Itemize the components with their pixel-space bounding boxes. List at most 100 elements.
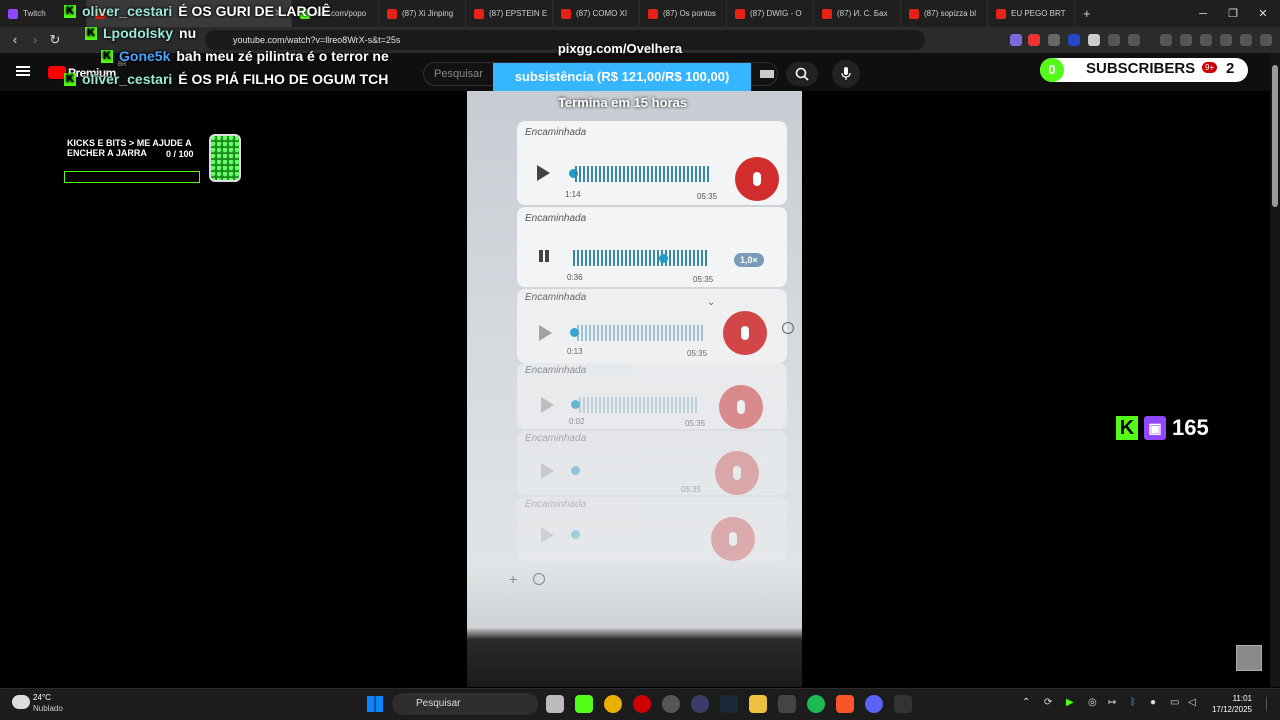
extension-icon[interactable] — [1068, 34, 1080, 46]
youtube-icon — [474, 8, 484, 19]
bluetooth-icon[interactable]: ᛒ — [1130, 697, 1136, 708]
spotify-icon[interactable] — [807, 695, 825, 713]
task-view-icon[interactable] — [546, 695, 564, 713]
epic-games-icon[interactable] — [894, 695, 912, 713]
voice-search-button[interactable] — [832, 60, 860, 88]
weather-temperature[interactable]: 24°C — [33, 693, 51, 702]
browser-tab[interactable]: (87) И. С. Бах — [814, 0, 901, 27]
video-player[interactable]: Encaminhada 1:14 05:35 Encaminhada 0:36 … — [467, 91, 802, 687]
browser-tab[interactable]: (87) Xi Jinping — [379, 0, 466, 27]
brave-icon[interactable] — [836, 695, 854, 713]
record-button[interactable] — [715, 451, 759, 495]
steam-icon[interactable] — [720, 695, 738, 713]
back-icon[interactable]: ‹ — [6, 31, 24, 49]
hamburger-menu-icon[interactable] — [16, 66, 30, 68]
record-button[interactable] — [711, 517, 755, 561]
chat-text: É OS GURI DE LAROIÊ — [178, 3, 331, 19]
progress-dot — [571, 530, 580, 539]
emoji-icon[interactable] — [782, 322, 794, 334]
media-icon[interactable] — [1160, 34, 1172, 46]
scrollbar-thumb[interactable] — [1272, 65, 1278, 207]
weather-description[interactable]: Nublado — [33, 704, 63, 713]
wallet-icon[interactable] — [1200, 34, 1212, 46]
weather-cloud-icon[interactable] — [12, 695, 30, 709]
tray-icon[interactable]: ▶ — [1066, 697, 1074, 708]
browser-tab[interactable]: (87) Os pontos — [640, 0, 727, 27]
extension-icon[interactable] — [1010, 34, 1022, 46]
show-desktop-button[interactable] — [1266, 697, 1272, 711]
play-icon[interactable] — [537, 165, 550, 181]
extension-icon[interactable] — [1028, 34, 1040, 46]
play-icon[interactable] — [539, 325, 552, 341]
microphone-tray-icon[interactable]: ● — [1150, 697, 1156, 708]
browser-tab[interactable]: EU PEGO BRT — [988, 0, 1075, 27]
record-button[interactable] — [723, 311, 767, 355]
notification-badge[interactable]: 9+ — [1202, 62, 1218, 73]
tray-icon[interactable]: ◎ — [1088, 697, 1097, 708]
tab-label: EU PEGO BRT — [1011, 9, 1066, 18]
chat-text: bah meu zé pilintra é o terror ne — [176, 48, 389, 64]
tray-icon[interactable]: ⟳ — [1044, 697, 1052, 708]
play-icon[interactable] — [541, 397, 554, 413]
youtube-icon — [387, 8, 397, 19]
kick-app-icon[interactable] — [575, 695, 593, 713]
twitch-icon — [8, 8, 18, 19]
close-window-button[interactable]: ✕ — [1248, 0, 1278, 27]
new-tab-button[interactable]: + — [1075, 0, 1099, 27]
jar-goal-count: 0 / 100 — [166, 149, 194, 159]
taskbar-search[interactable]: Pesquisar — [392, 693, 538, 715]
search-button[interactable] — [786, 62, 818, 86]
clock-time[interactable]: 11:01 — [1222, 694, 1252, 703]
maximize-button[interactable]: ❐ — [1218, 0, 1248, 27]
forwarded-label: Encaminhada — [525, 127, 587, 138]
record-button[interactable] — [719, 385, 763, 429]
streamer-avatar — [1236, 645, 1262, 671]
tab-label: (87) sopizza bl — [924, 9, 977, 18]
app-icon[interactable] — [778, 695, 796, 713]
browser-tab[interactable]: (87) COMO XI — [553, 0, 640, 27]
keyboard-icon[interactable] — [760, 70, 774, 78]
browser-tab[interactable]: (87) EPSTEIN E — [466, 0, 553, 27]
browser-tab[interactable]: (87) DWIG - O — [727, 0, 814, 27]
voice-message: Encaminhada 0:02 05:35 — [517, 363, 787, 429]
screenshot-icon[interactable] — [1128, 34, 1140, 46]
reload-icon[interactable]: ↻ — [46, 31, 64, 49]
extension-icon[interactable] — [1088, 34, 1100, 46]
file-explorer-icon[interactable] — [749, 695, 767, 713]
app-icon[interactable] — [691, 695, 709, 713]
play-icon[interactable] — [541, 527, 554, 543]
subscribers-total: 2 — [1226, 60, 1235, 77]
extension-icon[interactable] — [1048, 34, 1060, 46]
record-button[interactable] — [735, 157, 779, 201]
chevron-up-icon[interactable]: ⌃ — [1022, 697, 1030, 708]
discord-icon[interactable] — [865, 695, 883, 713]
play-icon[interactable] — [541, 463, 554, 479]
menu-icon[interactable] — [1260, 34, 1272, 46]
vpn-icon[interactable] — [1240, 34, 1252, 46]
sidebar-icon[interactable] — [1180, 34, 1192, 46]
leo-ai-icon[interactable] — [1220, 34, 1232, 46]
minimize-button[interactable]: ─ — [1188, 0, 1218, 27]
browser-tab[interactable]: (87) sopizza bl — [901, 0, 988, 27]
tab-label: (87) EPSTEIN E — [489, 9, 548, 18]
puzzle-icon[interactable] — [1108, 34, 1120, 46]
pause-icon[interactable] — [539, 250, 543, 262]
network-icon[interactable]: ▭ — [1170, 697, 1179, 708]
chrome-icon[interactable] — [604, 695, 622, 713]
clock-date[interactable]: 17/12/2025 — [1206, 705, 1252, 714]
forward-icon[interactable]: › — [26, 31, 44, 49]
chevron-down-icon[interactable]: ⌄ — [707, 297, 715, 308]
youtube-icon — [909, 8, 919, 19]
sticker-icon[interactable] — [533, 573, 545, 585]
playback-speed-badge[interactable]: 1,0× — [734, 253, 764, 267]
waveform — [575, 166, 711, 182]
plus-icon[interactable]: + — [509, 571, 517, 587]
youtube-icon — [648, 8, 658, 19]
windows-start-icon[interactable] — [367, 696, 383, 712]
volume-icon[interactable]: ◁ — [1188, 697, 1196, 708]
forwarded-label: Encaminhada — [525, 433, 587, 444]
opera-icon[interactable] — [633, 695, 651, 713]
obs-icon[interactable] — [662, 695, 680, 713]
tray-icon[interactable]: ↦ — [1108, 697, 1116, 708]
chat-message: K oliver_cestari É OS GURI DE LAROIÊ — [64, 3, 331, 19]
